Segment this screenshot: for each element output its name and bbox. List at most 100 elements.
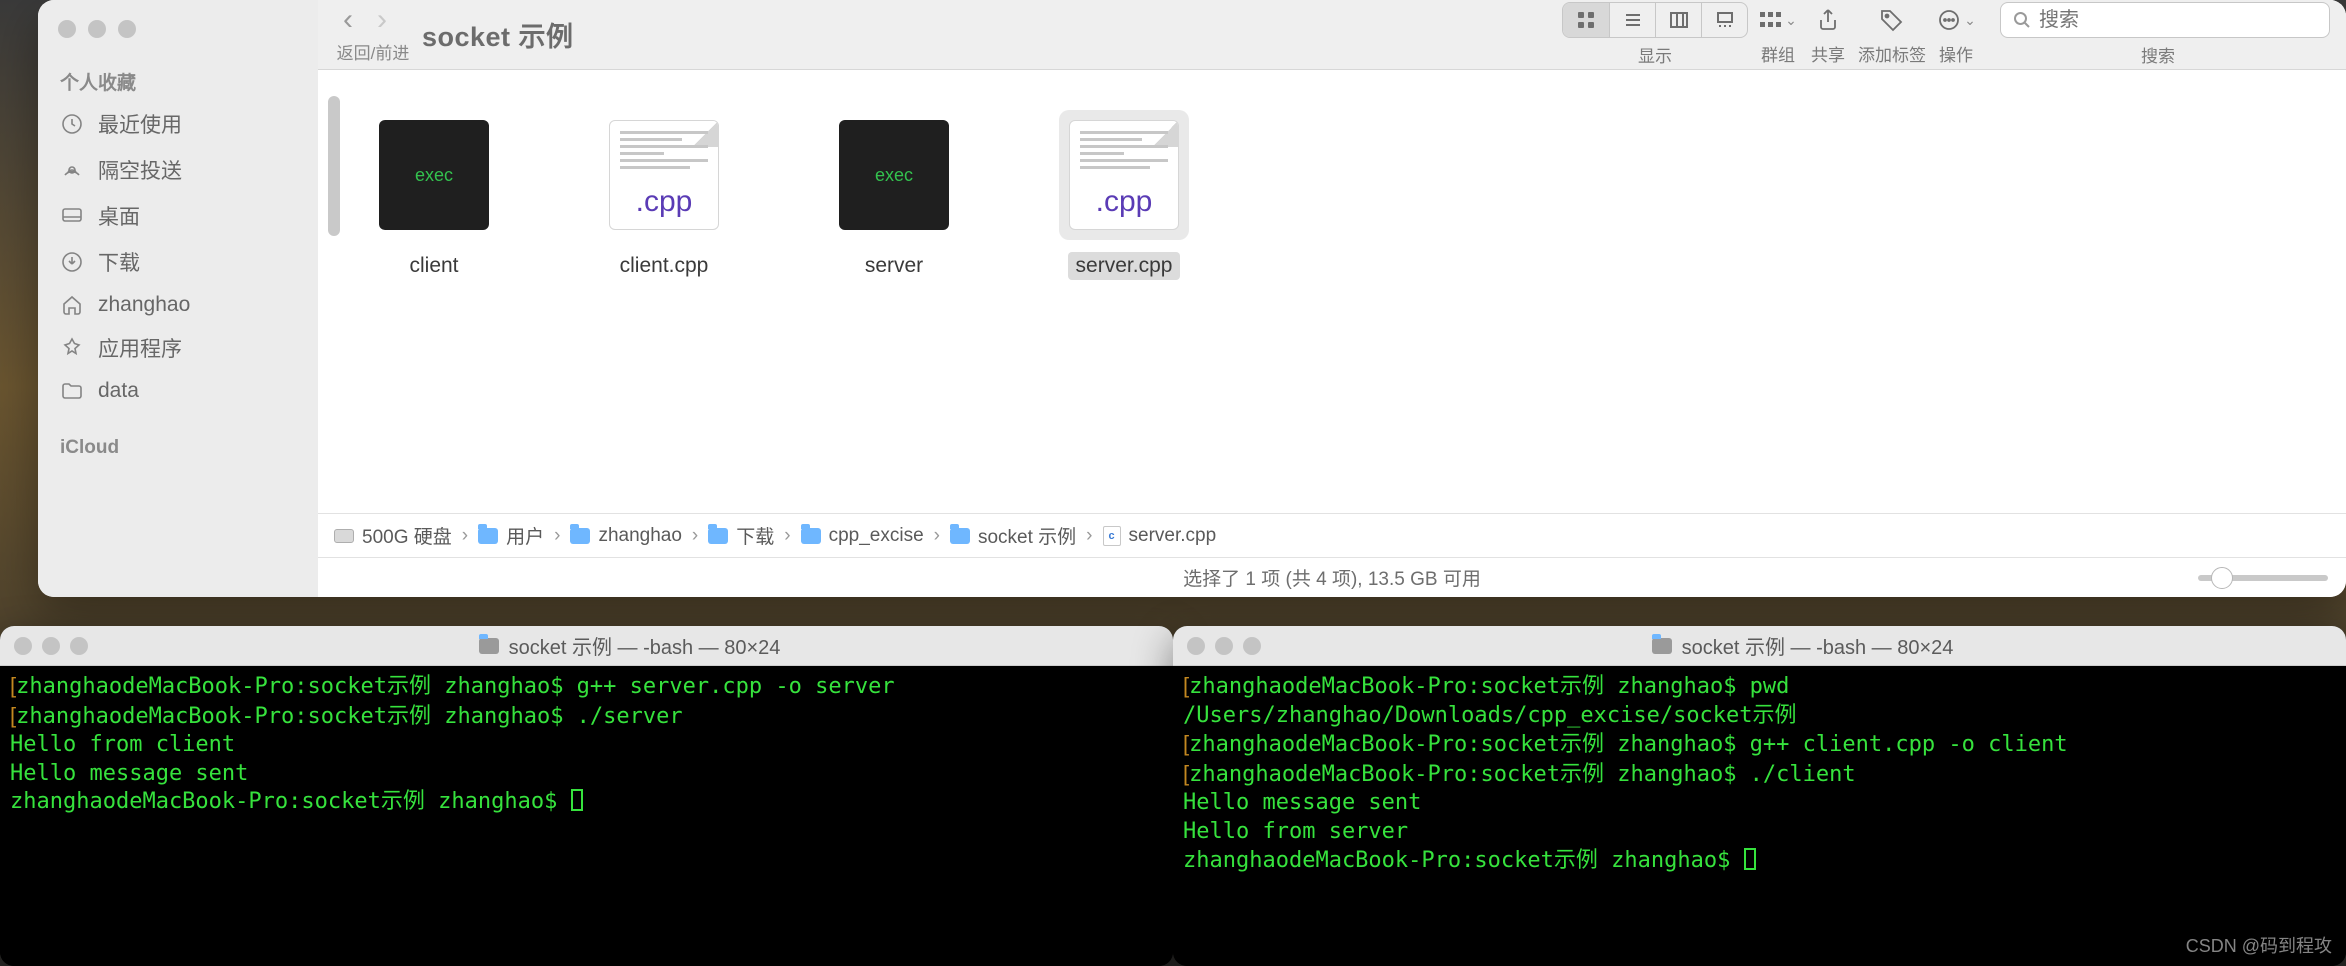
actions-label: 操作 bbox=[1939, 41, 1973, 66]
sidebar-item-downloads[interactable]: 下载 bbox=[38, 239, 318, 285]
path-crumb[interactable]: 下载 bbox=[708, 522, 774, 549]
file-name: client bbox=[401, 252, 466, 280]
cpp-file-icon: .cpp bbox=[1069, 120, 1179, 230]
sidebar-item-desktop[interactable]: 桌面 bbox=[38, 193, 318, 239]
search-input[interactable] bbox=[2039, 9, 2317, 32]
folder-icon bbox=[1652, 638, 1672, 654]
terminal-left: socket 示例 — -bash — 80×24 [zhanghaodeMac… bbox=[0, 626, 1173, 966]
folder-icon bbox=[60, 379, 84, 403]
status-bar: 选择了 1 项 (共 4 项), 13.5 GB 可用 bbox=[318, 557, 2346, 597]
maximize-icon[interactable] bbox=[118, 20, 136, 38]
terminal-title: socket 示例 — -bash — 80×24 bbox=[509, 631, 781, 660]
search-label: 搜索 bbox=[2141, 42, 2175, 67]
terminal-right: socket 示例 — -bash — 80×24 [zhanghaodeMac… bbox=[1173, 626, 2346, 966]
sidebar-item-airdrop[interactable]: 隔空投送 bbox=[38, 147, 318, 193]
actions-button[interactable]: ⌄ bbox=[1936, 3, 1976, 37]
terminal-output[interactable]: [zhanghaodeMacBook-Pro:socket示例 zhanghao… bbox=[1173, 666, 2346, 966]
folder-icon bbox=[570, 528, 590, 544]
close-icon[interactable] bbox=[58, 20, 76, 38]
airdrop-icon bbox=[60, 158, 84, 182]
group-by-button[interactable]: ⌄ bbox=[1758, 3, 1798, 37]
file-item-client-cpp[interactable]: .cpp client.cpp bbox=[584, 110, 744, 280]
terminal-titlebar: socket 示例 — -bash — 80×24 bbox=[0, 626, 1173, 666]
terminal-titlebar: socket 示例 — -bash — 80×24 bbox=[1173, 626, 2346, 666]
sidebar-item-label: 最近使用 bbox=[98, 109, 182, 139]
minimize-icon[interactable] bbox=[88, 20, 106, 38]
sidebar-heading-favorites: 个人收藏 bbox=[38, 60, 318, 101]
close-icon[interactable] bbox=[14, 637, 32, 655]
folder-icon bbox=[708, 528, 728, 544]
sidebar-heading-icloud: iCloud bbox=[38, 429, 318, 465]
path-crumb[interactable]: zhanghao bbox=[570, 525, 681, 547]
folder-icon bbox=[479, 638, 499, 654]
path-crumb[interactable]: 500G 硬盘 bbox=[334, 522, 452, 549]
cpp-file-icon: .cpp bbox=[609, 120, 719, 230]
desktop-icon bbox=[60, 204, 84, 228]
sidebar-item-label: 应用程序 bbox=[98, 333, 182, 363]
zoom-slider[interactable] bbox=[2198, 575, 2328, 581]
gallery-view-button[interactable] bbox=[1701, 3, 1747, 37]
column-view-button[interactable] bbox=[1655, 3, 1701, 37]
nav-label: 返回/前进 bbox=[337, 39, 410, 64]
folder-icon bbox=[950, 528, 970, 544]
finder-toolbar: ‹ › 返回/前进 socket 示例 显示 ⌄ 群组 bbox=[318, 0, 2346, 70]
clock-icon bbox=[60, 112, 84, 136]
minimize-icon[interactable] bbox=[42, 637, 60, 655]
view-label: 显示 bbox=[1638, 42, 1672, 67]
folder-icon bbox=[478, 528, 498, 544]
cpp-icon: c bbox=[1103, 526, 1121, 546]
list-view-button[interactable] bbox=[1609, 3, 1655, 37]
sidebar-item-label: 下载 bbox=[98, 247, 140, 277]
exec-icon: exec bbox=[839, 120, 949, 230]
sidebar-scrollbar[interactable] bbox=[328, 96, 340, 236]
forward-button[interactable]: › bbox=[368, 5, 396, 35]
sidebar-item-label: zhanghao bbox=[98, 293, 190, 317]
sidebar-item-label: data bbox=[98, 379, 139, 403]
finder-main: ‹ › 返回/前进 socket 示例 显示 ⌄ 群组 bbox=[318, 0, 2346, 597]
status-text: 选择了 1 项 (共 4 项), 13.5 GB 可用 bbox=[1183, 564, 1481, 591]
path-crumb[interactable]: cserver.cpp bbox=[1103, 525, 1217, 547]
watermark: CSDN @码到程攻 bbox=[2186, 932, 2332, 958]
terminal-output[interactable]: [zhanghaodeMacBook-Pro:socket示例 zhanghao… bbox=[0, 666, 1173, 966]
share-button[interactable] bbox=[1808, 3, 1848, 37]
file-item-server-cpp[interactable]: .cpp server.cpp bbox=[1044, 110, 1204, 280]
download-icon bbox=[60, 250, 84, 274]
window-title: socket 示例 bbox=[422, 15, 574, 54]
sidebar-item-home[interactable]: zhanghao bbox=[38, 285, 318, 325]
maximize-icon[interactable] bbox=[1243, 637, 1261, 655]
drive-icon bbox=[334, 529, 354, 543]
terminal-title: socket 示例 — -bash — 80×24 bbox=[1682, 631, 1954, 660]
file-name: client.cpp bbox=[612, 252, 717, 280]
groups-label: 群组 bbox=[1761, 41, 1795, 66]
sidebar-item-recents[interactable]: 最近使用 bbox=[38, 101, 318, 147]
sidebar-item-applications[interactable]: 应用程序 bbox=[38, 325, 318, 371]
sidebar-item-label: 桌面 bbox=[98, 201, 140, 231]
home-icon bbox=[60, 293, 84, 317]
apps-icon bbox=[60, 336, 84, 360]
icon-view-button[interactable] bbox=[1563, 3, 1609, 37]
path-bar: 500G 硬盘› 用户› zhanghao› 下载› cpp_excise› s… bbox=[318, 513, 2346, 557]
maximize-icon[interactable] bbox=[70, 637, 88, 655]
view-mode-segment bbox=[1562, 2, 1748, 38]
path-crumb[interactable]: 用户 bbox=[478, 522, 544, 549]
sidebar-item-label: 隔空投送 bbox=[98, 155, 182, 185]
share-label: 共享 bbox=[1811, 41, 1845, 66]
search-field[interactable] bbox=[2000, 2, 2330, 38]
file-item-client[interactable]: exec client bbox=[354, 110, 514, 280]
tags-button[interactable] bbox=[1872, 3, 1912, 37]
tags-label: 添加标签 bbox=[1858, 41, 1926, 66]
back-button[interactable]: ‹ bbox=[334, 5, 362, 35]
folder-icon bbox=[801, 528, 821, 544]
file-item-server[interactable]: exec server bbox=[814, 110, 974, 280]
sidebar-item-data[interactable]: data bbox=[38, 371, 318, 411]
minimize-icon[interactable] bbox=[1215, 637, 1233, 655]
finder-window: 个人收藏 最近使用 隔空投送 桌面 下载 zhanghao 应用程序 data bbox=[38, 0, 2346, 597]
close-icon[interactable] bbox=[1187, 637, 1205, 655]
file-name: server bbox=[857, 252, 931, 280]
path-crumb[interactable]: cpp_excise bbox=[801, 525, 924, 547]
finder-sidebar: 个人收藏 最近使用 隔空投送 桌面 下载 zhanghao 应用程序 data bbox=[38, 0, 318, 597]
file-name: server.cpp bbox=[1068, 252, 1181, 280]
path-crumb[interactable]: socket 示例 bbox=[950, 522, 1076, 549]
file-grid[interactable]: exec client .cpp client.cpp exec server … bbox=[318, 70, 2346, 513]
exec-icon: exec bbox=[379, 120, 489, 230]
